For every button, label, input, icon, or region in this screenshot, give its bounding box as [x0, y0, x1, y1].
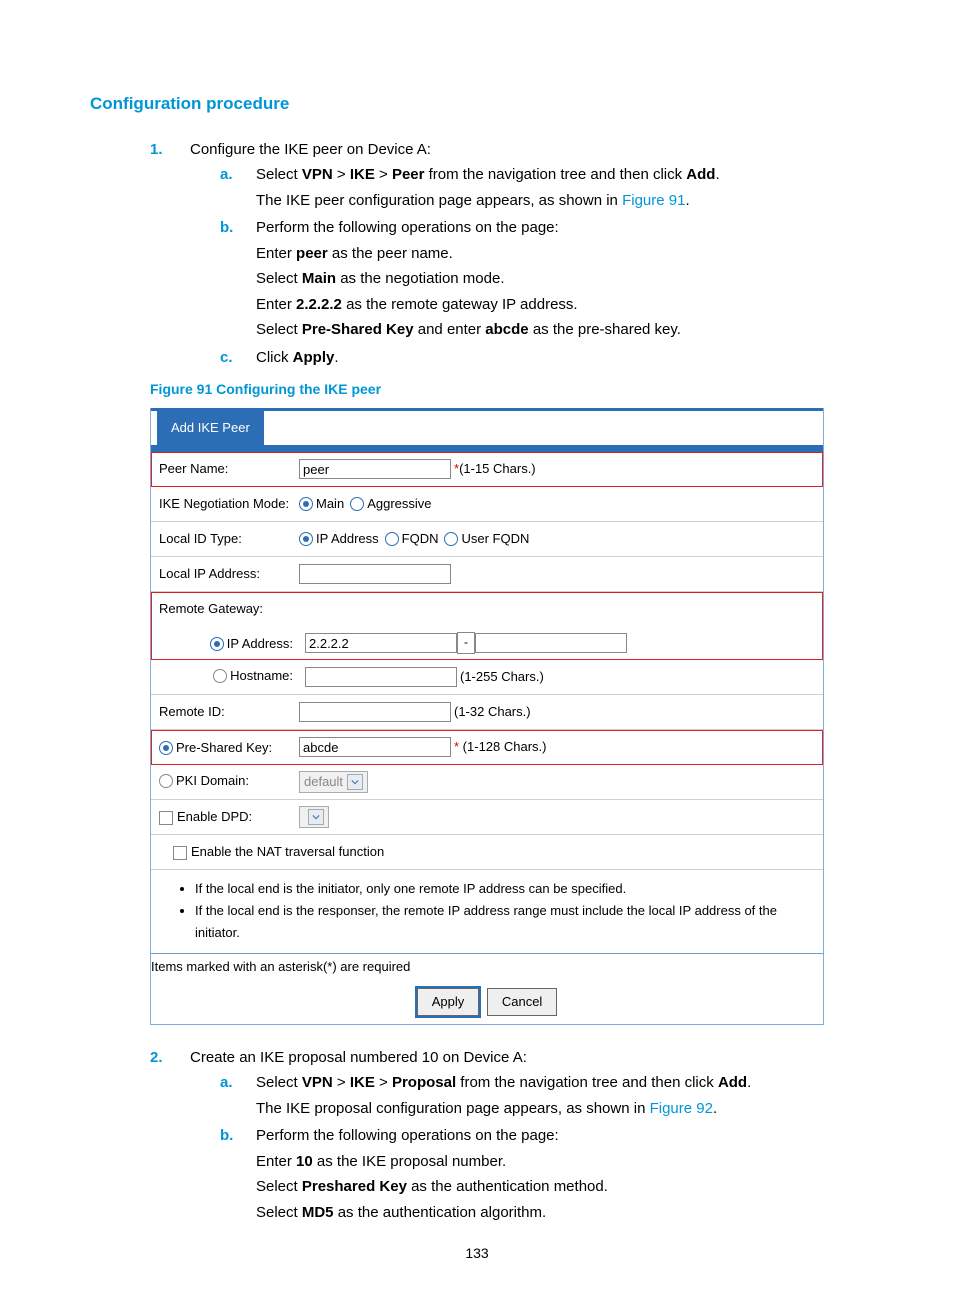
step-1a: a. Select VPN > IKE > Peer from the navi…	[220, 162, 864, 213]
step-1c-marker: c.	[220, 345, 233, 371]
dpd-select[interactable]	[299, 806, 329, 828]
step-2a: a. Select VPN > IKE > Proposal from the …	[220, 1070, 864, 1121]
neg-mode-label: IKE Negotiation Mode:	[159, 493, 299, 515]
remote-id-label: Remote ID:	[159, 701, 299, 723]
tab-row: Add IKE Peer	[151, 408, 823, 445]
row-dpd: Enable DPD:	[151, 800, 823, 835]
row-peer-name: Peer Name: *(1-15 Chars.)	[151, 452, 823, 487]
radio-aggressive[interactable]: Aggressive	[350, 493, 431, 515]
remote-gateway-label: Remote Gateway:	[159, 598, 299, 620]
step-1a-line2: The IKE peer configuration page appears,…	[256, 188, 864, 214]
step-2a-marker: a.	[220, 1070, 233, 1096]
radio-dot-icon	[299, 532, 313, 546]
row-local-ip: Local IP Address:	[151, 557, 823, 592]
remote-hostname-hint: (1-255 Chars.)	[460, 666, 544, 688]
note-1: If the local end is the initiator, only …	[195, 878, 793, 900]
radio-main[interactable]: Main	[299, 493, 344, 515]
page-number: 133	[0, 1242, 954, 1266]
peer-name-hint: *(1-15 Chars.)	[454, 458, 536, 480]
remote-ip-input[interactable]	[305, 633, 457, 653]
radio-dot-icon	[350, 497, 364, 511]
step-2b-marker: b.	[220, 1123, 233, 1149]
figure-91-caption: Figure 91 Configuring the IKE peer	[150, 378, 864, 402]
remote-id-hint: (1-32 Chars.)	[454, 701, 531, 723]
apply-button[interactable]: Apply	[417, 988, 480, 1016]
notes-block: If the local end is the initiator, only …	[151, 870, 823, 952]
figure-91-screenshot: Add IKE Peer Peer Name: *(1-15 Chars.) I…	[150, 408, 824, 1025]
required-note: Items marked with an asterisk(*) are req…	[151, 953, 823, 984]
note-2: If the local end is the responser, the r…	[195, 900, 793, 944]
dpd-label-wrap: Enable DPD:	[159, 806, 299, 828]
radio-dot-icon	[159, 774, 173, 788]
row-remote-hostname: Hostname: (1-255 Chars.)	[151, 660, 823, 695]
chevron-down-icon	[347, 774, 363, 790]
figure-91-link[interactable]: Figure 91	[622, 192, 685, 209]
radio-dot-icon	[210, 637, 224, 651]
peer-name-input[interactable]	[299, 459, 451, 479]
step-2b: b. Perform the following operations on t…	[220, 1123, 864, 1225]
radio-psk[interactable]: Pre-Shared Key:	[159, 737, 272, 759]
radio-dot-icon	[159, 741, 173, 755]
row-remote-gateway: Remote Gateway:	[151, 592, 823, 626]
radio-dot-icon	[385, 532, 399, 546]
radio-ip-address[interactable]: IP Address	[299, 528, 379, 550]
row-local-id-type: Local ID Type: IP Address FQDN User FQDN	[151, 522, 823, 557]
step-2a-line2: The IKE proposal configuration page appe…	[256, 1096, 864, 1122]
nat-label-wrap: Enable the NAT traversal function	[159, 841, 384, 863]
radio-dot-icon	[299, 497, 313, 511]
local-ip-input[interactable]	[299, 564, 451, 584]
pki-select-value: default	[304, 771, 343, 793]
pki-label-wrap: PKI Domain:	[159, 770, 299, 795]
remote-ip-input-2[interactable]	[475, 633, 627, 653]
psk-input[interactable]	[299, 737, 451, 757]
row-nat: Enable the NAT traversal function	[151, 835, 823, 870]
ip-range-sep[interactable]: -	[457, 632, 475, 654]
step-2: 2. Create an IKE proposal numbered 10 on…	[150, 1045, 864, 1226]
radio-pki[interactable]: PKI Domain:	[159, 770, 249, 792]
checkbox-icon[interactable]	[173, 846, 187, 860]
section-heading: Configuration procedure	[90, 90, 864, 119]
row-remote-ip: IP Address: -	[151, 626, 823, 660]
row-psk: Pre-Shared Key: * (1-128 Chars.)	[151, 730, 823, 765]
step-1-text: Configure the IKE peer on Device A:	[190, 141, 431, 158]
radio-fqdn[interactable]: FQDN	[385, 528, 439, 550]
step-1b-marker: b.	[220, 215, 233, 241]
radio-remote-hostname[interactable]: Hostname:	[213, 665, 293, 687]
psk-hint: * (1-128 Chars.)	[454, 736, 546, 758]
local-ip-label: Local IP Address:	[159, 563, 299, 585]
step-2-marker: 2.	[150, 1045, 163, 1071]
row-pki: PKI Domain: default	[151, 765, 823, 800]
step-1: 1. Configure the IKE peer on Device A: a…	[150, 137, 864, 371]
remote-hostname-input[interactable]	[305, 667, 457, 687]
remote-id-input[interactable]	[299, 702, 451, 722]
peer-name-label: Peer Name:	[159, 458, 299, 480]
figure-92-link[interactable]: Figure 92	[650, 1100, 713, 1117]
psk-label-wrap: Pre-Shared Key:	[159, 736, 299, 759]
local-id-type-label: Local ID Type:	[159, 528, 299, 550]
remote-hostname-label-wrap: Hostname:	[159, 665, 305, 690]
radio-user-fqdn[interactable]: User FQDN	[444, 528, 529, 550]
tab-add-ike-peer[interactable]: Add IKE Peer	[157, 411, 264, 445]
blue-bar	[151, 445, 823, 452]
row-remote-id: Remote ID: (1-32 Chars.)	[151, 695, 823, 730]
step-2-text: Create an IKE proposal numbered 10 on De…	[190, 1049, 527, 1066]
radio-dot-icon	[213, 669, 227, 683]
step-1b: b. Perform the following operations on t…	[220, 215, 864, 343]
step-1a-marker: a.	[220, 162, 233, 188]
chevron-down-icon	[308, 809, 324, 825]
remote-ip-label-wrap: IP Address:	[159, 632, 305, 655]
pki-select[interactable]: default	[299, 771, 368, 793]
cancel-button[interactable]: Cancel	[487, 988, 557, 1016]
radio-dot-icon	[444, 532, 458, 546]
row-neg-mode: IKE Negotiation Mode: Main Aggressive	[151, 487, 823, 522]
step-1c: c. Click Apply.	[220, 345, 864, 371]
checkbox-icon[interactable]	[159, 811, 173, 825]
step-1-marker: 1.	[150, 137, 163, 163]
radio-remote-ip[interactable]: IP Address:	[210, 633, 293, 655]
button-row: Apply Cancel	[151, 984, 823, 1024]
